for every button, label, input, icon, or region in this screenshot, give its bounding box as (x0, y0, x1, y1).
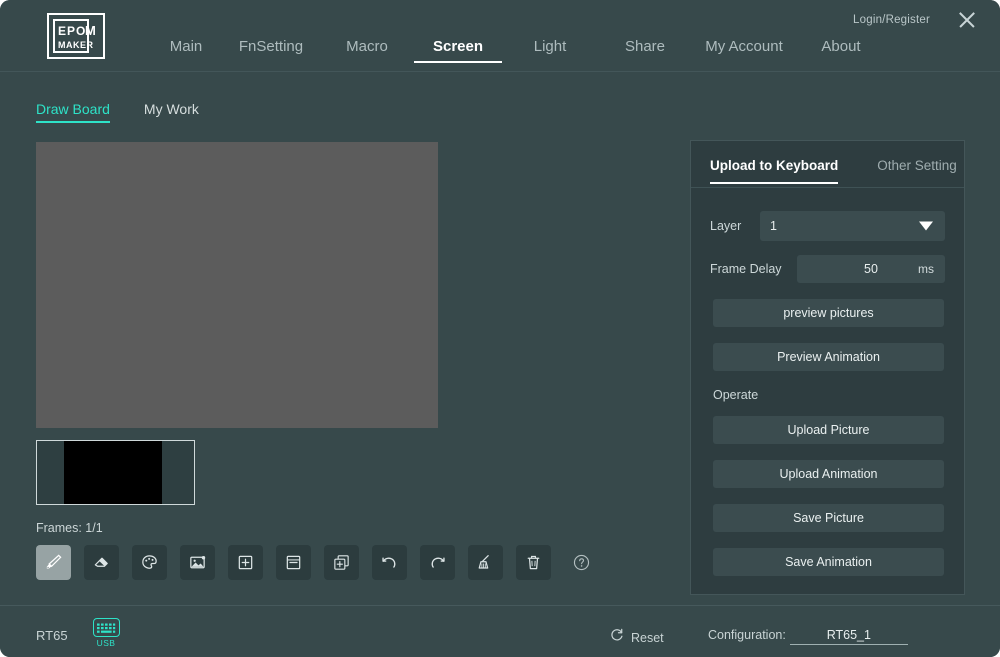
help-icon[interactable] (564, 545, 599, 580)
main-navigation: Main FnSetting Macro Screen Light Share … (150, 38, 886, 63)
keyboard-icon (92, 618, 120, 637)
configuration-label: Configuration: (708, 628, 786, 642)
usb-connection-indicator[interactable]: USB (92, 618, 120, 648)
nav-item-share[interactable]: Share (598, 38, 692, 63)
frame-delay-field[interactable]: ms (797, 255, 945, 283)
nav-item-about[interactable]: About (796, 38, 886, 63)
reset-button[interactable]: Reset (610, 628, 664, 647)
refresh-icon (610, 628, 624, 647)
app-header: EPO MAKER M Login/Register Main FnSettin… (0, 0, 1000, 72)
redo-icon[interactable] (420, 545, 455, 580)
svg-text:EPO: EPO (58, 24, 86, 38)
subtab-draw-board[interactable]: Draw Board (36, 101, 110, 123)
nav-item-main[interactable]: Main (150, 38, 222, 63)
frame-thumbnail-image (64, 441, 162, 504)
palette-icon[interactable] (132, 545, 167, 580)
usb-label: USB (96, 638, 116, 648)
login-register-link[interactable]: Login/Register (853, 14, 930, 26)
nav-item-screen[interactable]: Screen (414, 38, 502, 63)
copy-frame-icon[interactable] (324, 545, 359, 580)
upload-picture-button[interactable]: Upload Picture (713, 416, 944, 444)
nav-item-macro[interactable]: Macro (320, 38, 414, 63)
epomaker-logo: EPO MAKER M (47, 13, 105, 59)
svg-text:MAKER: MAKER (58, 40, 94, 50)
nav-item-fnsetting[interactable]: FnSetting (222, 38, 320, 63)
panel-tab-other-setting[interactable]: Other Setting (877, 146, 957, 184)
reset-label: Reset (631, 630, 664, 645)
add-frame-icon[interactable] (228, 545, 263, 580)
drawing-toolbar (36, 545, 599, 580)
preview-animation-button[interactable]: Preview Animation (713, 343, 944, 371)
frames-counter: Frames: 1/1 (36, 521, 103, 535)
upload-animation-button[interactable]: Upload Animation (713, 460, 944, 488)
image-icon[interactable] (180, 545, 215, 580)
frame-thumbnail[interactable] (36, 440, 195, 505)
save-animation-button[interactable]: Save Animation (713, 548, 944, 576)
upload-panel: Upload to Keyboard Other Setting Layer 1… (690, 140, 965, 595)
chevron-down-icon (919, 221, 933, 231)
undo-icon[interactable] (372, 545, 407, 580)
brush-icon[interactable] (36, 545, 71, 580)
nav-item-my-account[interactable]: My Account (692, 38, 796, 63)
frame-delay-row: Frame Delay ms (710, 255, 945, 283)
save-picture-button[interactable]: Save Picture (713, 504, 944, 532)
configuration-input[interactable] (789, 628, 908, 645)
preview-pictures-button[interactable]: preview pictures (713, 299, 944, 327)
frame-delay-input[interactable] (826, 262, 916, 276)
clear-icon[interactable] (468, 545, 503, 580)
svg-text:M: M (85, 23, 96, 38)
panel-tabs: Upload to Keyboard Other Setting (691, 141, 964, 189)
layer-label: Layer (710, 219, 742, 233)
operate-section-label: Operate (713, 388, 759, 402)
nav-item-light[interactable]: Light (502, 38, 598, 63)
configuration-field-group: Configuration: (708, 628, 908, 645)
layer-select-value: 1 (770, 219, 777, 233)
frame-delay-unit: ms (918, 262, 934, 276)
subtab-my-work[interactable]: My Work (144, 101, 199, 123)
layer-select[interactable]: 1 (760, 211, 945, 241)
eraser-icon[interactable] (84, 545, 119, 580)
screen-subtabs: Draw Board My Work (36, 101, 199, 123)
draw-canvas[interactable] (36, 142, 438, 428)
panel-tab-upload-to-keyboard[interactable]: Upload to Keyboard (710, 146, 839, 184)
layer-row: Layer 1 (710, 211, 945, 241)
status-bar: RT65 USB Reset Configuration: RT65_1 (0, 605, 1000, 657)
delete-icon[interactable] (516, 545, 551, 580)
app-window: EPO MAKER M Login/Register Main FnSettin… (0, 0, 1000, 657)
frame-delay-label: Frame Delay (710, 262, 782, 276)
device-name: RT65 (36, 628, 68, 643)
remove-frame-icon[interactable] (276, 545, 311, 580)
window-controls: Login/Register (853, 0, 1000, 40)
close-icon[interactable] (956, 9, 978, 31)
